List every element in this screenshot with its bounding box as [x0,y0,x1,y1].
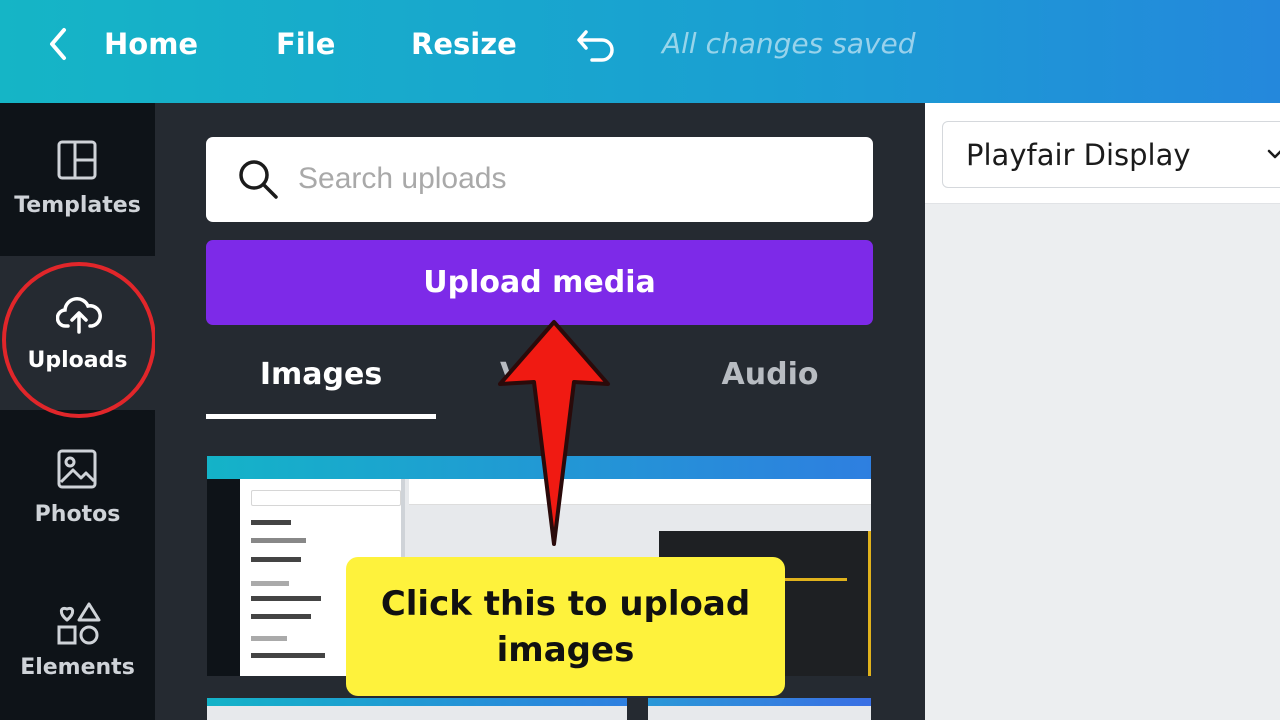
thumbnail-topbar [207,698,627,706]
chevron-left-icon[interactable] [44,24,74,64]
sidebar-item-label: Photos [34,502,121,527]
thumbnail-topbar [648,698,871,706]
upload-media-button[interactable]: Upload media [206,240,873,325]
search-box[interactable] [206,137,873,222]
thumbnail-text-line [251,520,291,525]
chevron-down-icon [1265,144,1280,164]
thumbnail-text-line [251,636,287,641]
photo-icon [56,448,98,490]
top-bar: Home File Resize All changes saved [0,0,1280,103]
font-family-value: Playfair Display [966,138,1191,172]
thumbnail-text-line [251,581,289,586]
tab-audio[interactable]: Audio [700,350,840,400]
search-icon [236,157,282,203]
annotation-arrow [498,320,610,546]
uploaded-image-thumbnail[interactable] [648,698,871,720]
sidebar-item-photos[interactable]: Photos [0,410,155,565]
thumbnail-text-line [251,614,311,619]
search-input[interactable] [298,155,838,203]
home-button[interactable]: Home [104,24,198,64]
active-tab-indicator [206,414,436,419]
thumbnail-text-line [251,596,321,601]
file-menu[interactable]: File [276,24,335,64]
thumbnail-text-line [251,653,325,658]
thumbnail-text-line [251,557,301,562]
sidebar-item-templates[interactable]: Templates [0,103,155,256]
undo-icon[interactable] [574,24,620,64]
resize-button[interactable]: Resize [411,24,517,64]
tab-images[interactable]: Images [206,350,436,400]
thumbnail-text-line [251,538,306,543]
thumbnail-toolbar [409,479,871,505]
thumbnail-search [251,490,401,506]
font-family-select[interactable]: Playfair Display [942,121,1280,188]
thumbnail-rail [207,479,240,676]
annotation-callout: Click this to upload images [346,557,785,696]
save-status: All changes saved [662,27,916,60]
shapes-icon [56,601,101,645]
sidebar-item-label: Elements [20,655,135,680]
templates-icon [56,139,98,181]
sidebar-item-label: Templates [14,193,141,218]
highlight-circle [2,262,156,418]
uploaded-image-thumbnail[interactable] [207,698,627,720]
sidebar-item-elements[interactable]: Elements [0,565,155,720]
